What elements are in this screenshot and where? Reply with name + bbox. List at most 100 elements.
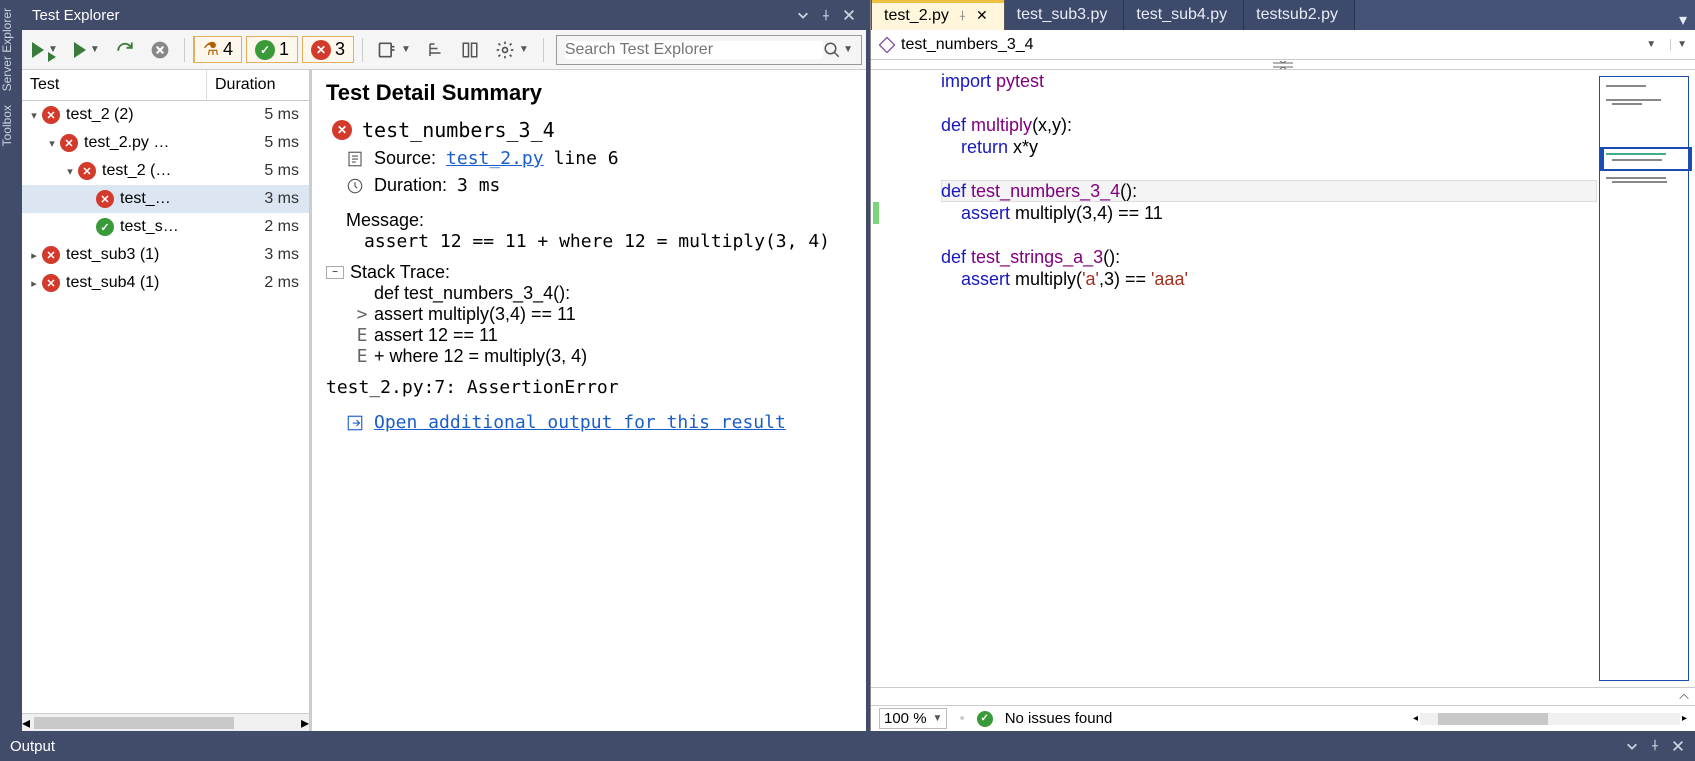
zoom-selector[interactable]: 100 % ▼ — [879, 708, 947, 729]
pass-icon: ✓ — [255, 40, 275, 60]
stack-label: Stack Trace: — [350, 262, 852, 283]
pin-icon[interactable] — [957, 10, 968, 21]
expander-icon[interactable]: ▾ — [28, 109, 40, 122]
tabs-overflow-button[interactable]: ▾ — [1671, 10, 1695, 30]
detail-test-name: test_numbers_3_4 — [362, 118, 555, 142]
editor-tab[interactable]: testsub2.py — [1244, 0, 1355, 30]
pin-icon[interactable] — [820, 9, 832, 21]
scroll-up-icon[interactable] — [1677, 690, 1691, 704]
tree-row[interactable]: ✓test_s…2 ms — [22, 213, 309, 241]
open-output-link[interactable]: Open additional output for this result — [374, 412, 786, 433]
fail-icon: ✕ — [311, 40, 331, 60]
source-line: line 6 — [554, 148, 619, 169]
code-minimap[interactable] — [1599, 76, 1689, 681]
tree-row[interactable]: ▾✕test_2.py …5 ms — [22, 129, 309, 157]
tree-header: Test Duration — [22, 70, 309, 101]
tree-label: test_2 (2) — [66, 106, 219, 124]
test-explorer-pane: Test Explorer ▼ ▼ ⚗ 4 ✓ 1 ✕ 3 — [22, 0, 870, 731]
run-all-button[interactable]: ▼ — [26, 38, 64, 62]
fail-icon: ✕ — [332, 120, 352, 140]
open-output-icon — [346, 414, 364, 432]
detail-heading: Test Detail Summary — [326, 80, 852, 106]
run-button[interactable]: ▼ — [68, 38, 106, 62]
summary-failed-chip[interactable]: ✕ 3 — [302, 36, 354, 63]
breadcrumb-right-dropdown[interactable]: ▼ — [1670, 39, 1687, 50]
summary-total-chip[interactable]: ⚗ 4 — [193, 36, 242, 63]
expander-icon[interactable]: ▸ — [28, 249, 40, 262]
close-icon[interactable] — [1671, 739, 1685, 753]
tree-duration: 5 ms — [219, 106, 309, 124]
test-detail-panel: Test Detail Summary ✕ test_numbers_3_4 S… — [312, 70, 866, 731]
hierarchy-button[interactable] — [421, 37, 451, 63]
expander-icon[interactable]: ▾ — [64, 165, 76, 178]
output-panel-titlebar[interactable]: Output — [0, 731, 1695, 761]
tab-label: testsub2.py — [1256, 6, 1338, 24]
editor-tabbar: test_2.py ✕ test_sub3.py test_sub4.py testsu… — [871, 0, 1695, 30]
expander-icon[interactable]: ▸ — [28, 277, 40, 290]
tree-duration: 2 ms — [219, 274, 309, 292]
editor-split-handle[interactable] — [871, 60, 1695, 70]
col-test[interactable]: Test — [22, 70, 207, 100]
method-icon — [879, 37, 895, 53]
close-icon[interactable] — [842, 8, 856, 22]
duration-label: Duration: — [374, 175, 447, 196]
panel-titlebar: Test Explorer — [22, 0, 866, 30]
tree-label: test_2 (… — [102, 162, 219, 180]
editor-statusbar: 100 % ▼ • ✓ No issues found ◂ ▸ — [871, 705, 1695, 731]
tree-hscroll[interactable]: ◂ ▸ — [22, 713, 309, 731]
close-icon[interactable]: ✕ — [976, 7, 988, 24]
tab-label: test_2.py — [884, 7, 949, 25]
code-editor[interactable]: import pytest def multiply(x,y): return … — [871, 70, 1695, 687]
search-icon[interactable] — [823, 41, 841, 59]
tree-duration: 2 ms — [219, 218, 309, 236]
source-icon — [346, 150, 364, 168]
fail-icon: ✕ — [42, 274, 60, 292]
collapse-toggle[interactable]: − — [326, 266, 344, 279]
editor-pane: test_2.py ✕ test_sub3.py test_sub4.py testsu… — [870, 0, 1695, 731]
col-duration[interactable]: Duration — [207, 70, 309, 100]
duration-value: 3 ms — [457, 175, 500, 196]
breadcrumb-text: test_numbers_3_4 — [901, 36, 1034, 54]
settings-button[interactable]: ▼ — [489, 36, 535, 64]
breadcrumb-bar[interactable]: test_numbers_3_4 ▼ ▼ — [871, 30, 1695, 60]
tree-row[interactable]: ▸✕ test_sub4 (1)2 ms — [22, 269, 309, 297]
tree-row[interactable]: ▾✕ test_2 (2)5 ms — [22, 101, 309, 129]
test-explorer-toolbar: ▼ ▼ ⚗ 4 ✓ 1 ✕ 3 ▼ ▼ — [22, 30, 866, 70]
tree-label: test_sub3 (1) — [66, 246, 219, 264]
search-input[interactable] — [565, 41, 823, 59]
editor-tab[interactable]: test_sub4.py — [1124, 0, 1244, 30]
search-box[interactable]: ▼ — [556, 35, 862, 65]
pin-icon[interactable] — [1649, 739, 1661, 751]
panes-button[interactable] — [455, 37, 485, 63]
dropdown-icon[interactable] — [796, 8, 810, 22]
zoom-value: 100 % — [884, 710, 927, 727]
pass-icon: ✓ — [977, 711, 993, 727]
side-tab-server-explorer[interactable]: Server Explorer — [0, 8, 22, 91]
tab-label: test_sub3.py — [1017, 6, 1108, 24]
test-tree[interactable]: ▾✕test_2 (2)5 ms▾✕test_2.py …5 ms▾✕test_… — [22, 101, 309, 713]
pass-icon: ✓ — [96, 218, 114, 236]
summary-passed-chip[interactable]: ✓ 1 — [246, 36, 298, 63]
message-label: Message: — [346, 210, 852, 231]
editor-tab[interactable]: test_sub3.py — [1005, 0, 1125, 30]
tree-row[interactable]: ✕test_…3 ms — [22, 185, 309, 213]
tree-label: test_sub4 (1) — [66, 274, 219, 292]
editor-tab[interactable]: test_2.py ✕ — [871, 0, 1005, 30]
tree-row[interactable]: ▾✕test_2 (…5 ms — [22, 157, 309, 185]
editor-hscroll[interactable]: ◂ ▸ — [1413, 713, 1687, 725]
source-file-link[interactable]: test_2.py — [446, 148, 544, 169]
side-tab-toolbox[interactable]: Toolbox — [0, 105, 22, 146]
dropdown-icon[interactable] — [1625, 739, 1639, 753]
stop-button[interactable] — [144, 36, 176, 64]
panel-title-text: Test Explorer — [32, 7, 120, 24]
chevron-down-icon[interactable]: ▼ — [1646, 39, 1656, 50]
fail-icon: ✕ — [42, 106, 60, 124]
repeat-button[interactable] — [110, 37, 140, 63]
playlist-button[interactable]: ▼ — [371, 36, 417, 64]
expander-icon[interactable]: ▾ — [46, 137, 58, 150]
tree-row[interactable]: ▸✕test_sub3 (1)3 ms — [22, 241, 309, 269]
search-dropdown-icon[interactable]: ▼ — [843, 44, 853, 55]
fail-icon: ✕ — [60, 134, 78, 152]
tree-label: test_… — [120, 190, 219, 208]
output-label: Output — [10, 738, 55, 755]
